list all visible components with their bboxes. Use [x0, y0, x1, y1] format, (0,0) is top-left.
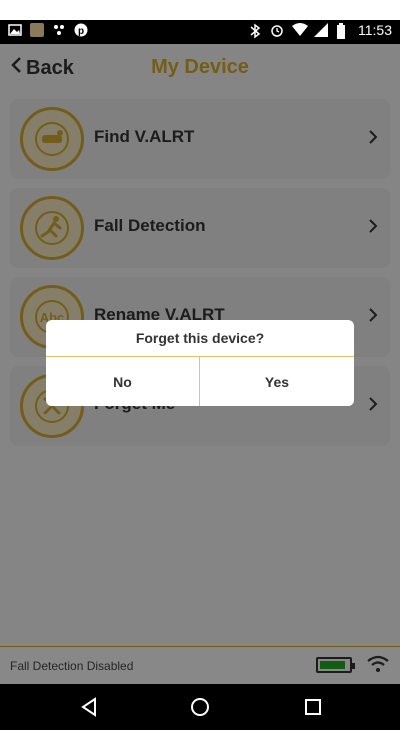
app-screen: Back My Device Find V.ALRT Fall Detectio… [0, 44, 400, 684]
forget-device-dialog: Forget this device? No Yes [46, 320, 354, 406]
svg-text:p: p [78, 26, 84, 37]
image-notification-icon [8, 23, 22, 37]
battery-status-icon [336, 23, 350, 39]
home-nav-icon[interactable] [189, 696, 211, 718]
pinterest-icon: p [74, 23, 88, 37]
back-nav-icon[interactable] [78, 696, 100, 718]
yes-button[interactable]: Yes [200, 357, 354, 406]
dots-notification-icon [52, 23, 66, 37]
dialog-question: Forget this device? [46, 320, 354, 357]
no-button[interactable]: No [46, 357, 200, 406]
bluetooth-icon [248, 23, 262, 39]
wifi-signal-icon [292, 23, 308, 37]
app-notification-icon [30, 23, 44, 37]
notification-icons: p [8, 23, 88, 37]
recents-nav-icon[interactable] [302, 696, 324, 718]
system-nav-bar [0, 684, 400, 730]
status-bar: p 11:53 [0, 20, 400, 44]
cell-signal-icon [314, 23, 328, 37]
status-time: 11:53 [358, 22, 392, 38]
alarm-icon [270, 23, 284, 37]
system-icons: 11:53 [248, 22, 392, 39]
